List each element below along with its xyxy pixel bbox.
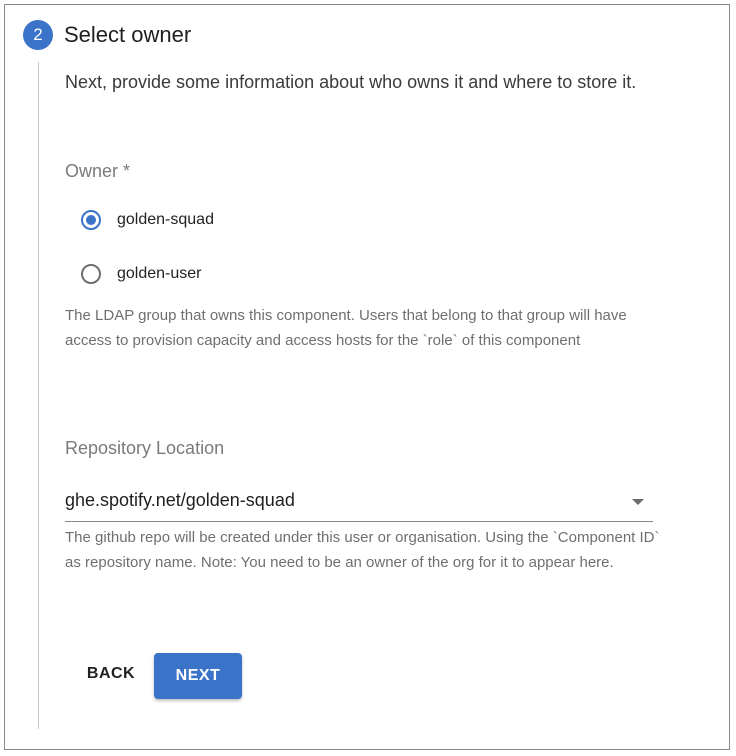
owner-label: Owner *: [65, 161, 131, 181]
stepper-panel: 2 Select owner Next, provide some inform…: [4, 4, 730, 750]
owner-helper-text: The LDAP group that owns this component.…: [65, 307, 627, 349]
back-button[interactable]: BACK: [71, 655, 151, 693]
step-title: Select owner: [64, 22, 192, 47]
repository-location-value: ghe.spotify.net/golden-squad: [65, 490, 295, 510]
step-number-badge: 2: [23, 20, 53, 50]
radio-label: golden-user: [117, 265, 202, 282]
owner-option-golden-user[interactable]: golden-user: [81, 261, 202, 287]
repository-location-select[interactable]: ghe.spotify.net/golden-squad: [65, 483, 653, 522]
intro-text: Next, provide some information about who…: [65, 72, 637, 92]
radio-unchecked-icon[interactable]: [81, 264, 101, 284]
radio-label: golden-squad: [117, 211, 214, 228]
caret-down-icon: [632, 499, 644, 505]
repository-location-label: Repository Location: [65, 438, 225, 458]
repository-helper-text: The github repo will be created under th…: [65, 529, 660, 571]
step-connector-line: [38, 62, 39, 729]
next-button[interactable]: NEXT: [154, 653, 242, 699]
owner-option-golden-squad[interactable]: golden-squad: [81, 207, 214, 233]
radio-checked-icon[interactable]: [81, 210, 101, 230]
